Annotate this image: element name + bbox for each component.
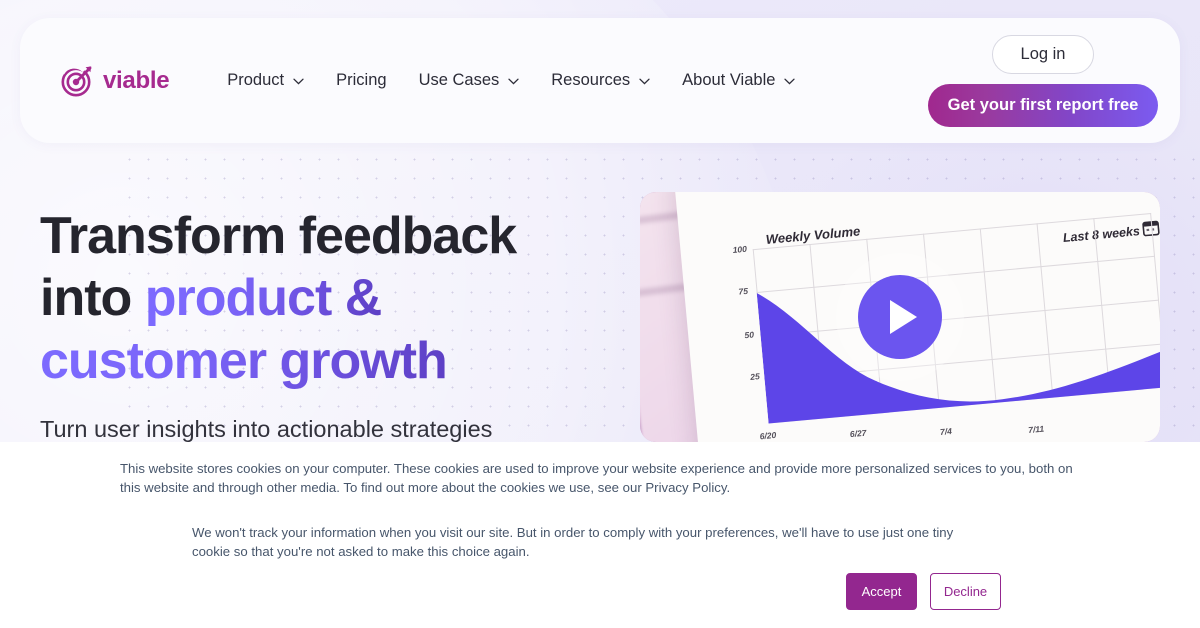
nav-item-resources[interactable]: Resources xyxy=(535,61,666,100)
hero-text-block: Transform feedback into product & custom… xyxy=(40,205,620,446)
accept-cookies-button[interactable]: Accept xyxy=(846,573,917,610)
hero-title-line-2-accent: product & xyxy=(144,269,383,328)
nav-item-about-viable[interactable]: About Viable xyxy=(666,61,811,100)
x-tick-1: 6/27 xyxy=(849,427,867,440)
cookie-paragraph-primary: This website stores cookies on your comp… xyxy=(120,460,1080,497)
cookie-text-1-end: . xyxy=(726,479,731,495)
nav-item-pricing[interactable]: Pricing xyxy=(320,61,402,100)
y-tick-75: 75 xyxy=(738,285,749,297)
get-first-report-free-button[interactable]: Get your first report free xyxy=(928,83,1158,127)
y-tick-25: 25 xyxy=(749,371,761,382)
chevron-down-icon xyxy=(508,71,519,90)
target-bullseye-arrow-icon xyxy=(60,64,94,98)
hero-title: Transform feedback into product & custom… xyxy=(40,205,620,392)
nav-label: Product xyxy=(227,71,285,89)
play-triangle-icon xyxy=(890,300,917,334)
login-button[interactable]: Log in xyxy=(991,34,1095,74)
logo[interactable]: viable xyxy=(60,64,170,98)
chevron-down-icon xyxy=(639,71,650,90)
decline-cookies-button[interactable]: Decline xyxy=(930,573,1001,610)
nav-label: About Viable xyxy=(682,71,776,89)
x-tick-2: 7/4 xyxy=(939,425,953,437)
cookie-text-1: This website stores cookies on your comp… xyxy=(120,461,1073,495)
play-button[interactable] xyxy=(858,275,942,359)
x-tick-0: 6/20 xyxy=(759,429,777,442)
chevron-down-icon xyxy=(293,71,304,90)
chevron-down-icon xyxy=(784,71,796,90)
cookie-actions: Accept Decline xyxy=(846,573,1001,610)
hero-title-line-2-plain: into xyxy=(40,269,145,328)
nav-label: Pricing xyxy=(336,71,387,89)
hero-video-thumbnail: Datapoints Analyzed 27.2% Above Average … xyxy=(640,192,1160,442)
y-tick-50: 50 xyxy=(744,329,755,341)
site-header: viable Product Pricing Use Cases Resourc… xyxy=(20,18,1180,143)
nav-label: Resources xyxy=(551,71,631,89)
cookie-consent-banner: This website stores cookies on your comp… xyxy=(0,442,1200,628)
privacy-policy-link[interactable]: Privacy Policy xyxy=(645,480,726,495)
y-tick-100: 100 xyxy=(732,243,748,256)
hero-title-line-3-accent: customer growth xyxy=(40,331,448,390)
x-tick-3: 7/11 xyxy=(1027,423,1045,435)
header-actions: Log in Get your first report free xyxy=(928,34,1158,127)
nav-item-use-cases[interactable]: Use Cases xyxy=(403,61,536,100)
logo-wordmark: viable xyxy=(103,66,170,94)
cookie-paragraph-secondary: We won't track your information when you… xyxy=(192,525,954,560)
hero-video-player[interactable]: Datapoints Analyzed 27.2% Above Average … xyxy=(640,192,1160,442)
chart-area-series xyxy=(753,213,1160,424)
nav-item-product[interactable]: Product xyxy=(211,61,320,100)
nav-label: Use Cases xyxy=(418,71,500,89)
main-nav: Product Pricing Use Cases Resources Abou… xyxy=(211,61,811,100)
hero-title-line-1: Transform feedback xyxy=(40,207,517,265)
